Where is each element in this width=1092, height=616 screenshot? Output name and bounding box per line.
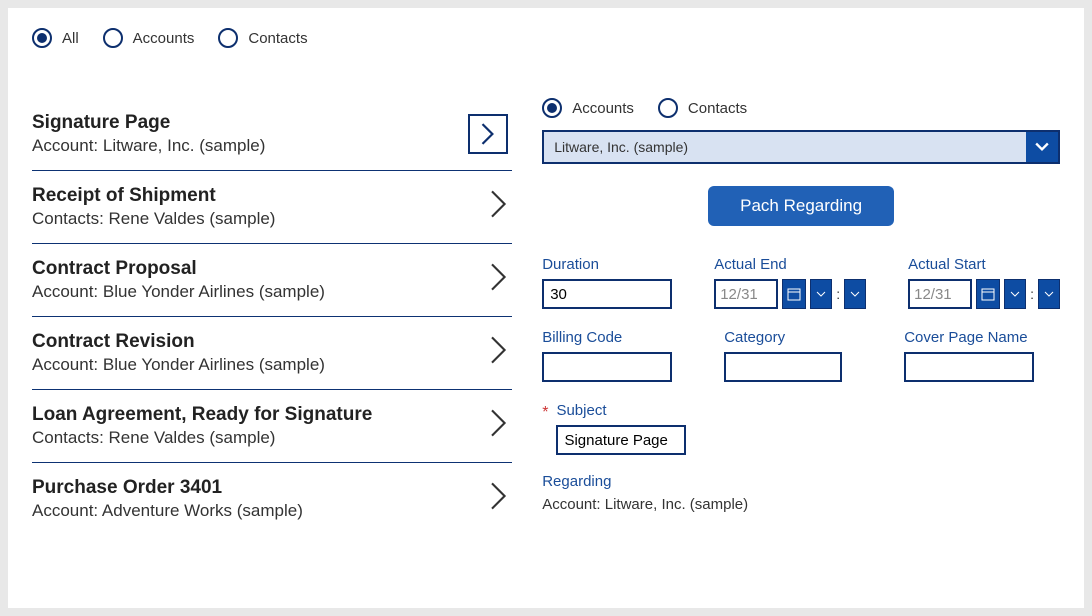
date-input[interactable]: 12/31: [714, 279, 778, 309]
app-root: All Accounts Contacts Signature Page Acc…: [8, 8, 1084, 608]
list-item[interactable]: Receipt of Shipment Contacts: Rene Valde…: [32, 171, 512, 244]
duration-input[interactable]: [542, 279, 672, 309]
field-label: Category: [724, 329, 842, 346]
list-item-subtitle: Account: Blue Yonder Airlines (sample): [32, 355, 325, 375]
filter-label: All: [62, 30, 79, 47]
main-columns: Signature Page Account: Litware, Inc. (s…: [8, 98, 1084, 535]
detail-panel: Accounts Contacts Litware, Inc. (sample)…: [512, 98, 1084, 535]
field-label: Actual End: [714, 256, 866, 273]
regarding-value: Account: Litware, Inc. (sample): [542, 496, 1060, 513]
category-input[interactable]: [724, 352, 842, 382]
cover-page-name-field: Cover Page Name: [904, 329, 1034, 382]
field-label: Subject: [556, 402, 686, 419]
account-dropdown[interactable]: Litware, Inc. (sample): [542, 130, 1060, 164]
filter-all[interactable]: All: [32, 28, 79, 48]
duration-field: Duration: [542, 256, 672, 309]
list-item-title: Contract Proposal: [32, 258, 325, 280]
date-text: 12/31: [720, 286, 758, 303]
chevron-down-icon[interactable]: [1026, 132, 1058, 162]
list-item-text: Purchase Order 3401 Account: Adventure W…: [32, 477, 303, 521]
field-row-2: Billing Code Category Cover Page Name: [542, 329, 1060, 382]
list-item[interactable]: Signature Page Account: Litware, Inc. (s…: [32, 98, 512, 171]
subfilter-label: Accounts: [572, 100, 634, 117]
subject-row: * Subject: [542, 402, 1060, 455]
subfilter-label: Contacts: [688, 100, 747, 117]
cover-page-name-input[interactable]: [904, 352, 1034, 382]
billing-code-input[interactable]: [542, 352, 672, 382]
minute-select[interactable]: [844, 279, 866, 309]
dropdown-selected: Litware, Inc. (sample): [544, 132, 1026, 162]
field-label: Actual Start: [908, 256, 1060, 273]
subject-input[interactable]: [556, 425, 686, 455]
subfilter-contacts[interactable]: Contacts: [658, 98, 747, 118]
patch-regarding-button[interactable]: Pach Regarding: [708, 186, 894, 226]
field-row-1: Duration Actual End 12/31 :: [542, 256, 1060, 309]
date-text: 12/31: [914, 286, 952, 303]
list-item-title: Purchase Order 3401: [32, 477, 303, 499]
filter-contacts[interactable]: Contacts: [218, 28, 307, 48]
chevron-right-icon: [490, 263, 508, 298]
list-item-subtitle: Contacts: Rene Valdes (sample): [32, 209, 275, 229]
list-item-text: Contract Revision Account: Blue Yonder A…: [32, 331, 325, 375]
field-label: Cover Page Name: [904, 329, 1034, 346]
billing-code-field: Billing Code: [542, 329, 672, 382]
field-label: Regarding: [542, 473, 1060, 490]
list-item-text: Loan Agreement, Ready for Signature Cont…: [32, 404, 372, 448]
filter-accounts[interactable]: Accounts: [103, 28, 195, 48]
chevron-right-icon[interactable]: [468, 114, 508, 154]
list-item[interactable]: Contract Proposal Account: Blue Yonder A…: [32, 244, 512, 317]
subject-field: Subject: [556, 402, 686, 455]
list-item-subtitle: Account: Litware, Inc. (sample): [32, 136, 265, 156]
top-filter-bar: All Accounts Contacts: [8, 8, 1084, 58]
hour-select[interactable]: [810, 279, 832, 309]
chevron-right-icon: [490, 190, 508, 225]
category-field: Category: [724, 329, 842, 382]
calendar-icon[interactable]: [782, 279, 806, 309]
required-asterisk: *: [542, 402, 548, 422]
list-item[interactable]: Loan Agreement, Ready for Signature Cont…: [32, 390, 512, 463]
radio-icon: [542, 98, 562, 118]
list-item-subtitle: Account: Blue Yonder Airlines (sample): [32, 282, 325, 302]
record-list: Signature Page Account: Litware, Inc. (s…: [8, 98, 512, 535]
actual-end-field: Actual End 12/31 :: [714, 256, 866, 309]
radio-icon: [32, 28, 52, 48]
list-item-title: Receipt of Shipment: [32, 185, 275, 207]
actual-start-field: Actual Start 12/31 :: [908, 256, 1060, 309]
field-label: Billing Code: [542, 329, 672, 346]
radio-icon: [103, 28, 123, 48]
chevron-right-icon: [490, 482, 508, 517]
time-colon: :: [1030, 286, 1034, 302]
radio-icon: [658, 98, 678, 118]
chevron-right-icon: [490, 336, 508, 371]
radio-icon: [218, 28, 238, 48]
calendar-icon[interactable]: [976, 279, 1000, 309]
list-item-subtitle: Account: Adventure Works (sample): [32, 501, 303, 521]
list-item-subtitle: Contacts: Rene Valdes (sample): [32, 428, 372, 448]
time-colon: :: [836, 286, 840, 302]
list-item-title: Signature Page: [32, 112, 265, 134]
list-item-title: Contract Revision: [32, 331, 325, 353]
list-item[interactable]: Purchase Order 3401 Account: Adventure W…: [32, 463, 512, 535]
date-combo: 12/31 :: [908, 279, 1060, 309]
list-item-text: Contract Proposal Account: Blue Yonder A…: [32, 258, 325, 302]
chevron-right-icon: [490, 409, 508, 444]
date-input[interactable]: 12/31: [908, 279, 972, 309]
hour-select[interactable]: [1004, 279, 1026, 309]
list-item-title: Loan Agreement, Ready for Signature: [32, 404, 372, 426]
field-label: Duration: [542, 256, 672, 273]
date-combo: 12/31 :: [714, 279, 866, 309]
list-item-text: Receipt of Shipment Contacts: Rene Valde…: [32, 185, 275, 229]
list-item[interactable]: Contract Revision Account: Blue Yonder A…: [32, 317, 512, 390]
regarding-block: Regarding Account: Litware, Inc. (sample…: [542, 473, 1060, 513]
filter-label: Contacts: [248, 30, 307, 47]
sub-filter-bar: Accounts Contacts: [542, 98, 1060, 118]
minute-select[interactable]: [1038, 279, 1060, 309]
list-item-text: Signature Page Account: Litware, Inc. (s…: [32, 112, 265, 156]
subfilter-accounts[interactable]: Accounts: [542, 98, 634, 118]
filter-label: Accounts: [133, 30, 195, 47]
